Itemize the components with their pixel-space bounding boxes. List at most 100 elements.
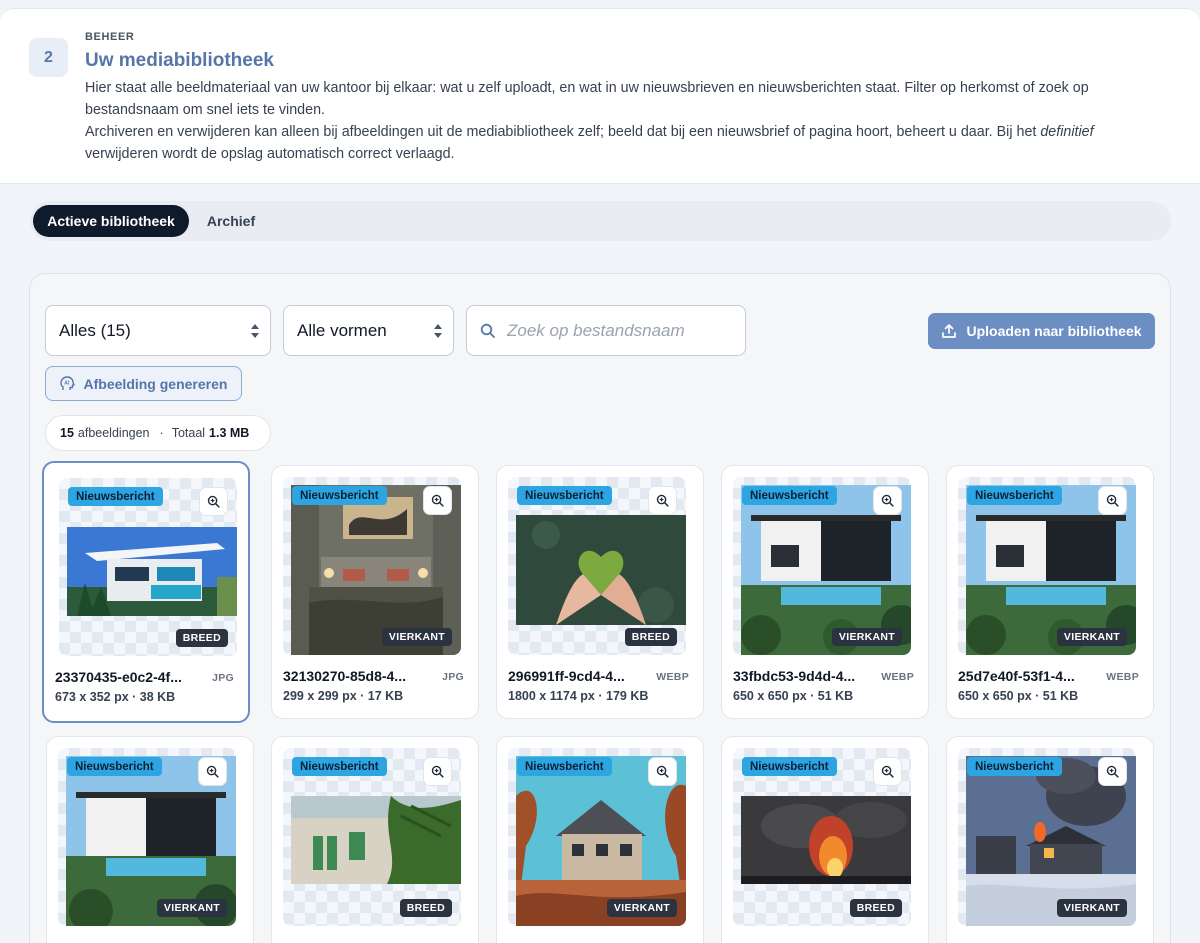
card-thumbnail: Nieuwsbericht VIERKANT [958, 477, 1136, 655]
file-name: 25d7e40f-53f1-4... [958, 668, 1075, 684]
source-badge: Nieuwsbericht [517, 486, 612, 505]
select-arrows-icon [434, 324, 442, 338]
file-meta: 673 x 352 px · 38 KB [55, 690, 176, 704]
shape-filter-value: Alle vormen [297, 320, 387, 340]
shape-badge: VIERKANT [1056, 899, 1127, 917]
card-thumbnail: Nieuwsbericht VIERKANT [58, 748, 236, 926]
source-badge: Nieuwsbericht [742, 486, 837, 505]
library-tabs: Actieve bibliotheek Archief [30, 201, 1171, 241]
intro-card: 2 BEHEER Uw mediabibliotheek Hier staat … [0, 8, 1200, 184]
zoom-in-icon [656, 765, 669, 778]
card-thumbnail: Nieuwsbericht VIERKANT [733, 477, 911, 655]
media-card[interactable]: Nieuwsbericht BREED 296991ff-9cd4-4... W… [496, 465, 704, 719]
search-icon [480, 323, 495, 338]
card-thumbnail: Nieuwsbericht BREED [508, 477, 686, 655]
generate-image-button[interactable]: AI Afbeelding genereren [45, 366, 242, 401]
desc-emphasis: definitief [1040, 124, 1094, 140]
zoom-in-icon [431, 494, 444, 507]
zoom-in-icon [881, 765, 894, 778]
zoom-button[interactable] [198, 757, 227, 786]
media-card[interactable]: Nieuwsbericht VIERKANT 32130270-85d8-4..… [271, 465, 479, 719]
card-thumbnail: Nieuwsbericht BREED [733, 748, 911, 926]
thumbnail-image [67, 527, 237, 616]
origin-filter-value: Alles (15) [59, 320, 131, 340]
card-thumbnail: Nieuwsbericht VIERKANT [958, 748, 1136, 926]
description-paragraph-1: Hier staat alle beeldmateriaal van uw ka… [85, 80, 1089, 118]
zoom-button[interactable] [648, 757, 677, 786]
total-size: 1.3 MB [209, 426, 250, 440]
card-thumbnail: Nieuwsbericht VIERKANT [283, 477, 461, 655]
zoom-button[interactable] [873, 757, 902, 786]
file-name: 33fbdc53-9d4d-4... [733, 668, 856, 684]
zoom-in-icon [656, 494, 669, 507]
shape-badge: BREED [175, 629, 228, 647]
image-count-label: afbeeldingen [77, 426, 150, 440]
source-badge: Nieuwsbericht [967, 486, 1062, 505]
zoom-button[interactable] [199, 487, 228, 516]
file-type: WEBP [1106, 671, 1139, 683]
zoom-in-icon [1106, 765, 1119, 778]
source-badge: Nieuwsbericht [292, 757, 387, 776]
file-name: 23370435-e0c2-4f... [55, 669, 182, 685]
source-badge: Nieuwsbericht [68, 487, 163, 506]
file-type: JPG [212, 672, 234, 684]
file-meta: 299 x 299 px · 17 KB [283, 689, 404, 703]
thumbnail-image [741, 796, 911, 884]
upload-button-label: Uploaden naar bibliotheek [966, 323, 1142, 339]
file-type: WEBP [881, 671, 914, 683]
zoom-in-icon [207, 495, 220, 508]
zoom-button[interactable] [1098, 757, 1127, 786]
file-meta: 1800 x 1174 px · 179 KB [508, 689, 649, 703]
shape-badge: BREED [624, 628, 677, 646]
shape-badge: VIERKANT [1056, 628, 1127, 646]
file-meta: 650 x 650 px · 51 KB [958, 689, 1079, 703]
shape-badge: BREED [849, 899, 902, 917]
upload-icon [942, 324, 957, 338]
shape-badge: VIERKANT [381, 628, 452, 646]
zoom-button[interactable] [423, 757, 452, 786]
zoom-button[interactable] [648, 486, 677, 515]
thumbnail-image [516, 515, 686, 625]
zoom-in-icon [1106, 494, 1119, 507]
shape-badge: VIERKANT [606, 899, 677, 917]
source-badge: Nieuwsbericht [517, 757, 612, 776]
media-card[interactable]: Nieuwsbericht VIERKANT 33fbdc53-9d4d-4..… [721, 465, 929, 719]
svg-text:AI: AI [64, 380, 70, 386]
file-meta: 650 x 650 px · 51 KB [733, 689, 854, 703]
shape-filter-select[interactable]: Alle vormen [283, 305, 454, 356]
upload-button[interactable]: Uploaden naar bibliotheek [928, 313, 1155, 349]
desc-part: verwijderen wordt de opslag automatisch … [85, 146, 455, 162]
zoom-in-icon [206, 765, 219, 778]
zoom-in-icon [431, 765, 444, 778]
origin-filter-select[interactable]: Alles (15) [45, 305, 271, 356]
media-card[interactable]: Nieuwsbericht BREED [271, 736, 479, 943]
media-card[interactable]: Nieuwsbericht VIERKANT [946, 736, 1154, 943]
step-badge: 2 [29, 38, 68, 77]
shape-badge: VIERKANT [831, 628, 902, 646]
shape-badge: VIERKANT [156, 899, 227, 917]
card-thumbnail: Nieuwsbericht VIERKANT [508, 748, 686, 926]
zoom-button[interactable] [1098, 486, 1127, 515]
image-count: 15 [60, 426, 74, 440]
file-name: 32130270-85d8-4... [283, 668, 406, 684]
media-card[interactable]: Nieuwsbericht VIERKANT 25d7e40f-53f1-4..… [946, 465, 1154, 719]
search-field[interactable] [466, 305, 746, 356]
ai-head-icon: AI [59, 375, 75, 390]
description-paragraph-2: Archiveren en verwijderen kan alleen bij… [85, 121, 1145, 165]
tab-archive[interactable]: Archief [193, 205, 269, 237]
zoom-button[interactable] [423, 486, 452, 515]
select-arrows-icon [251, 324, 259, 338]
thumbnail-image [291, 796, 461, 884]
tab-active-library[interactable]: Actieve bibliotheek [33, 205, 189, 237]
media-card[interactable]: Nieuwsbericht BREED [721, 736, 929, 943]
card-thumbnail: Nieuwsbericht BREED [283, 748, 461, 926]
media-card[interactable]: Nieuwsbericht BREED 23370435-e0c2-4f... … [42, 461, 250, 723]
source-badge: Nieuwsbericht [967, 757, 1062, 776]
zoom-button[interactable] [873, 486, 902, 515]
generate-image-label: Afbeelding genereren [83, 375, 228, 392]
file-name: 296991ff-9cd4-4... [508, 668, 625, 684]
source-badge: Nieuwsbericht [292, 486, 387, 505]
media-card[interactable]: Nieuwsbericht VIERKANT [496, 736, 704, 943]
media-card[interactable]: Nieuwsbericht VIERKANT [46, 736, 254, 943]
search-input[interactable] [507, 318, 732, 344]
